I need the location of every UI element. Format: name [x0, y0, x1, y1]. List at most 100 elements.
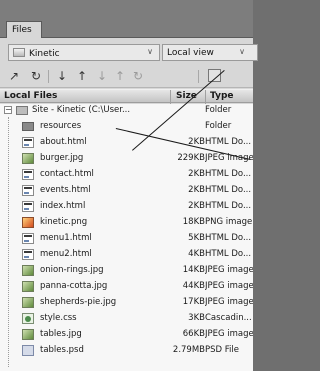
- column-type[interactable]: Type: [210, 91, 233, 101]
- file-name: menu2.html: [40, 249, 92, 259]
- list-item[interactable]: events.html 2KB HTML Do...: [0, 184, 253, 197]
- file-size: 14KB: [182, 265, 205, 275]
- file-type: PNG image: [205, 217, 253, 227]
- tree-row-site[interactable]: − Site - Kinetic (C:\User... Folder: [0, 104, 253, 117]
- sync-icon[interactable]: ↻: [130, 68, 146, 84]
- file-size: 2KB: [188, 185, 205, 195]
- file-type: JPEG image: [205, 297, 253, 307]
- file-name: about.html: [40, 137, 87, 147]
- list-item[interactable]: shepherds-pie.jpg 17KB JPEG image: [0, 296, 253, 309]
- panel-tab-bar: Files: [0, 0, 253, 38]
- file-list: − Site - Kinetic (C:\User... Folder reso…: [0, 104, 253, 371]
- files-panel: Files Kinetic ∨ Local view ∨ ↗ ↻ ↓ ↑ ↓ ↑…: [0, 0, 258, 371]
- list-item[interactable]: index.html 2KB HTML Do...: [0, 200, 253, 213]
- html-file-icon: [22, 233, 34, 244]
- list-item[interactable]: burger.jpg 229KB JPEG image: [0, 152, 253, 165]
- list-item[interactable]: menu1.html 5KB HTML Do...: [0, 232, 253, 245]
- file-list-header: Local Files Size Type: [0, 89, 253, 104]
- list-item[interactable]: contact.html 2KB HTML Do...: [0, 168, 253, 181]
- list-item[interactable]: tables.jpg 66KB JPEG image: [0, 328, 253, 341]
- file-name: style.css: [40, 313, 77, 323]
- file-name: Site - Kinetic (C:\User...: [32, 105, 131, 115]
- html-file-icon: [22, 169, 34, 180]
- jpeg-file-icon: [22, 265, 34, 276]
- file-name: panna-cotta.jpg: [40, 281, 108, 291]
- file-size: 2KB: [188, 201, 205, 211]
- file-type: JPEG image: [205, 329, 253, 339]
- view-select[interactable]: Local view ∨: [162, 44, 258, 61]
- site-icon: [13, 48, 25, 57]
- collapse-toggle[interactable]: −: [4, 106, 12, 114]
- file-size: 229KB: [177, 153, 205, 163]
- html-file-icon: [22, 137, 34, 148]
- psd-file-icon: [22, 345, 34, 356]
- file-name: tables.jpg: [40, 329, 82, 339]
- chevron-down-icon: ∨: [239, 47, 245, 56]
- file-name: tables.psd: [40, 345, 84, 355]
- file-name: shepherds-pie.jpg: [40, 297, 117, 307]
- file-type: HTML Do...: [205, 169, 252, 179]
- file-size: 66KB: [182, 329, 205, 339]
- list-item[interactable]: style.css 3KB Cascadin...: [0, 312, 253, 325]
- file-name: events.html: [40, 185, 91, 195]
- site-view-row: Kinetic ∨ Local view ∨: [0, 38, 258, 66]
- file-type: Folder: [205, 121, 232, 131]
- file-name: index.html: [40, 201, 86, 211]
- html-file-icon: [22, 201, 34, 212]
- file-size: 4KB: [188, 249, 205, 259]
- jpeg-file-icon: [22, 329, 34, 340]
- file-type: PSD File: [205, 345, 239, 355]
- file-type: Cascadin...: [205, 313, 252, 323]
- column-local-files[interactable]: Local Files: [4, 91, 57, 101]
- toolbar-divider: [198, 70, 199, 83]
- html-file-icon: [22, 249, 34, 260]
- file-name: resources: [40, 121, 82, 131]
- file-size: 2KB: [188, 169, 205, 179]
- connect-icon[interactable]: ↗: [6, 68, 22, 84]
- list-item[interactable]: tables.psd 2.79MB PSD File: [0, 344, 253, 357]
- column-divider[interactable]: [205, 90, 206, 104]
- site-select-value: Kinetic: [29, 49, 60, 59]
- check-in-icon[interactable]: ↑: [112, 68, 128, 84]
- put-icon[interactable]: ↑: [74, 68, 90, 84]
- folder-icon: [22, 122, 34, 131]
- toolbar-divider: [48, 70, 49, 83]
- list-item[interactable]: onion-rings.jpg 14KB JPEG image: [0, 264, 253, 277]
- list-item[interactable]: panna-cotta.jpg 44KB JPEG image: [0, 280, 253, 293]
- file-size: 44KB: [182, 281, 205, 291]
- file-type: JPEG image: [205, 265, 253, 275]
- get-icon[interactable]: ↓: [54, 68, 70, 84]
- file-type: HTML Do...: [205, 249, 252, 259]
- file-type: HTML Do...: [205, 185, 252, 195]
- tree-guide-line: [8, 117, 9, 367]
- file-size: 5KB: [188, 233, 205, 243]
- column-divider[interactable]: [170, 90, 171, 104]
- png-file-icon: [22, 217, 34, 228]
- list-item[interactable]: menu2.html 4KB HTML Do...: [0, 248, 253, 261]
- view-select-value: Local view: [167, 48, 214, 58]
- file-size: 2.79MB: [172, 345, 205, 355]
- site-icon: [16, 106, 28, 115]
- tab-files[interactable]: Files: [6, 21, 42, 38]
- jpeg-file-icon: [22, 297, 34, 308]
- file-name: burger.jpg: [40, 153, 84, 163]
- file-name: onion-rings.jpg: [40, 265, 104, 275]
- file-size: 3KB: [188, 313, 205, 323]
- file-size: 18KB: [182, 217, 205, 227]
- jpeg-file-icon: [22, 281, 34, 292]
- jpeg-file-icon: [22, 153, 34, 164]
- file-size: 17KB: [182, 297, 205, 307]
- file-type: HTML Do...: [205, 201, 252, 211]
- check-out-icon[interactable]: ↓: [94, 68, 110, 84]
- file-type: HTML Do...: [205, 233, 252, 243]
- css-file-icon: [22, 313, 34, 324]
- site-select[interactable]: Kinetic ∨: [8, 44, 160, 61]
- refresh-icon[interactable]: ↻: [28, 68, 44, 84]
- file-type: Folder: [205, 105, 232, 115]
- list-item[interactable]: kinetic.png 18KB PNG image: [0, 216, 253, 229]
- html-file-icon: [22, 185, 34, 196]
- file-name: contact.html: [40, 169, 94, 179]
- file-type: JPEG image: [205, 281, 253, 291]
- file-type: HTML Do...: [205, 137, 252, 147]
- list-item[interactable]: about.html 2KB HTML Do...: [0, 136, 253, 149]
